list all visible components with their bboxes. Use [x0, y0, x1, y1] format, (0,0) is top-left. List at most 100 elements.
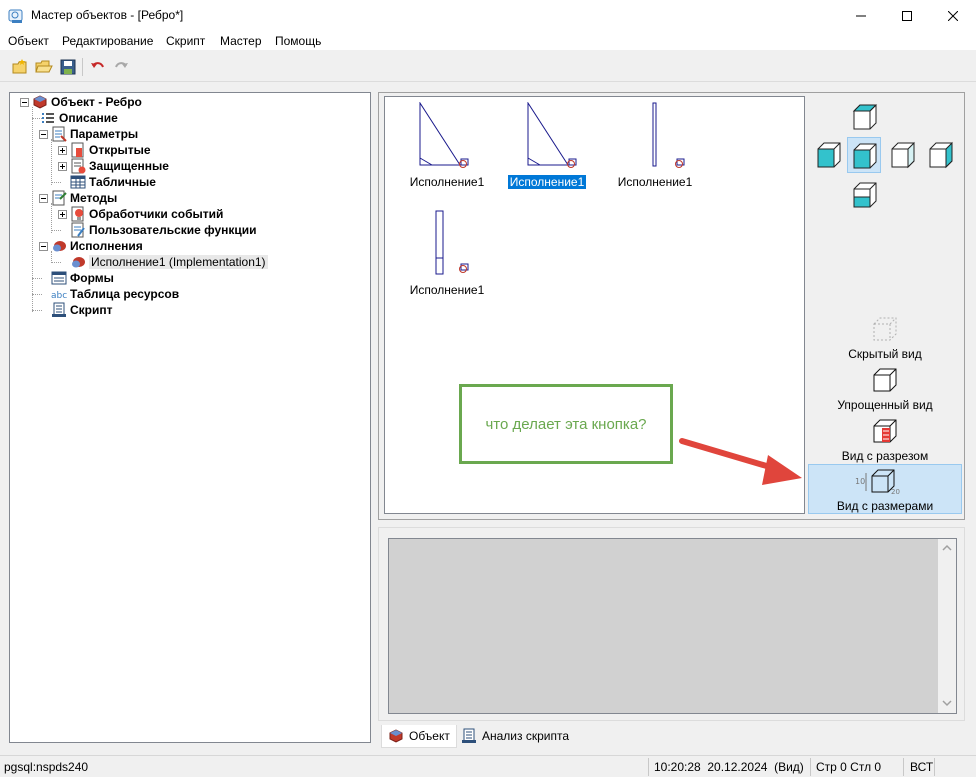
open-params-icon	[71, 142, 84, 158]
tree-item-implementations[interactable]: Исполнения	[39, 238, 143, 254]
view-back-button[interactable]	[924, 137, 958, 173]
expand-icon[interactable]	[58, 209, 67, 219]
thin-bar-shape-icon	[652, 102, 685, 168]
output-panel[interactable]	[388, 538, 957, 714]
mode-label: Скрытый вид	[848, 347, 922, 361]
open-folder-icon[interactable]	[35, 58, 53, 76]
expand-icon[interactable]	[58, 161, 67, 171]
scroll-down-icon[interactable]	[942, 699, 952, 707]
svg-text:abc: abc	[51, 291, 67, 301]
mode-label: Вид с разрезом	[841, 449, 929, 463]
methods-icon	[52, 190, 67, 206]
tree-item-label: Исполнения	[70, 239, 143, 253]
maximize-icon	[902, 10, 912, 21]
tree-item-description[interactable]: Описание	[40, 110, 118, 126]
status-datetime: 10:20:28 20.12.2024 (Вид)	[654, 760, 804, 774]
abc-icon: abc	[51, 291, 67, 301]
tree-item-label: Табличные	[89, 175, 156, 189]
tree-item-label: Скрипт	[70, 303, 113, 317]
simplified-view-icon	[873, 368, 897, 392]
status-position: Стр 0 Стл 0	[816, 760, 882, 774]
new-object-icon[interactable]	[11, 58, 29, 76]
tree-item-protected-params[interactable]: Защищенные	[58, 158, 169, 174]
script-icon	[52, 302, 66, 317]
implementation-thumbnail[interactable]: Исполнение1	[402, 102, 492, 202]
simplified-view-button[interactable]: Упрощенный вид	[808, 364, 962, 414]
maximize-button[interactable]	[884, 0, 930, 31]
implementation-thumbnail-selected[interactable]: Исполнение1	[502, 102, 592, 202]
hidden-view-button[interactable]: Скрытый вид	[808, 313, 962, 363]
view-right-button[interactable]	[886, 137, 920, 173]
collapse-icon[interactable]	[39, 241, 48, 251]
tree-item-resource-table[interactable]: abc Таблица ресурсов	[51, 286, 179, 302]
tab-label: Анализ скрипта	[482, 728, 570, 743]
annotation-callout: что делает эта кнопка?	[459, 384, 673, 464]
tree-item-label: Описание	[59, 111, 118, 125]
save-icon[interactable]	[59, 58, 77, 76]
dimension-view-button[interactable]: 10 20 Вид с размерами	[808, 464, 962, 514]
redo-icon[interactable]	[112, 58, 130, 76]
collapse-icon[interactable]	[39, 129, 48, 139]
implementation-label: Исполнение1	[409, 283, 485, 297]
view-top-button[interactable]	[848, 99, 882, 135]
user-functions-icon	[71, 222, 85, 238]
tree-item-label: Методы	[70, 191, 118, 205]
object-root-icon	[33, 95, 47, 109]
tab-object[interactable]: Объект	[381, 725, 457, 748]
expand-icon[interactable]	[58, 145, 67, 155]
tree-item-event-handlers[interactable]: Обработчики событий	[58, 206, 223, 222]
svg-text:10: 10	[855, 477, 865, 486]
tree-item-label: Параметры	[70, 127, 139, 141]
section-view-button[interactable]: Вид с разрезом	[808, 415, 962, 465]
tree-root-label: Объект - Ребро	[51, 95, 142, 109]
tree-item-open-params[interactable]: Открытые	[58, 142, 151, 158]
mode-label: Упрощенный вид	[837, 398, 933, 412]
protected-params-icon	[71, 158, 86, 174]
view-bottom-button[interactable]	[848, 177, 882, 213]
collapse-icon[interactable]	[20, 97, 29, 107]
tree-item-implementation1[interactable]: Исполнение1 (Implementation1)	[70, 254, 268, 270]
view-front-icon	[853, 143, 877, 169]
undo-icon[interactable]	[89, 58, 107, 76]
tab-script-analysis[interactable]: Анализ скрипта	[455, 725, 575, 746]
collapse-icon[interactable]	[39, 193, 48, 203]
script-analysis-icon	[462, 728, 476, 743]
output-scrollbar[interactable]	[938, 539, 956, 713]
menu-edit[interactable]: Редактирование	[62, 34, 153, 48]
split-bar-shape-icon	[435, 210, 469, 275]
list-icon	[42, 113, 54, 123]
tree-item-label: Открытые	[89, 143, 151, 157]
tree-item-label: Обработчики событий	[89, 207, 224, 221]
annotation-arrow-icon	[679, 438, 802, 485]
annotation-text: что делает эта кнопка?	[485, 415, 647, 433]
event-handlers-icon	[71, 206, 84, 222]
menu-object[interactable]: Объект	[8, 34, 49, 48]
tree-item-label: Исполнение1 (Implementation1)	[89, 255, 268, 269]
view-left-icon	[817, 142, 841, 168]
status-mode: ВСТ	[910, 760, 934, 774]
close-icon	[948, 10, 958, 21]
table-icon	[70, 175, 86, 189]
menu-script[interactable]: Скрипт	[166, 34, 205, 48]
view-front-button[interactable]	[847, 137, 881, 173]
view-left-button[interactable]	[812, 137, 846, 173]
implementation-thumbnail[interactable]: Исполнение1	[610, 102, 700, 202]
object-tree[interactable]: Объект - Ребро Описание Параметры Открыт…	[9, 92, 371, 743]
tree-item-tabular[interactable]: Табличные	[70, 174, 156, 190]
title-bar: Мастер объектов - [Ребро*]	[0, 0, 976, 31]
minimize-button[interactable]	[838, 0, 884, 31]
tree-item-methods[interactable]: Методы	[39, 190, 117, 206]
tree-item-parameters[interactable]: Параметры	[39, 126, 138, 142]
tree-item-forms[interactable]: Формы	[51, 270, 114, 286]
triangle-shape-icon	[419, 102, 469, 168]
menu-wizard[interactable]: Мастер	[220, 34, 262, 48]
scroll-up-icon[interactable]	[942, 544, 952, 552]
menu-help[interactable]: Помощь	[275, 34, 321, 48]
status-bar: pgsql:nspds240 10:20:28 20.12.2024 (Вид)…	[0, 755, 976, 777]
close-button[interactable]	[930, 0, 976, 31]
tree-item-user-functions[interactable]: Пользовательские функции	[70, 222, 257, 238]
implementation-thumbnail[interactable]: Исполнение1	[402, 210, 492, 310]
tree-item-script[interactable]: Скрипт	[51, 302, 113, 318]
section-view-icon	[873, 419, 897, 443]
tree-root[interactable]: Объект - Ребро	[20, 94, 142, 110]
